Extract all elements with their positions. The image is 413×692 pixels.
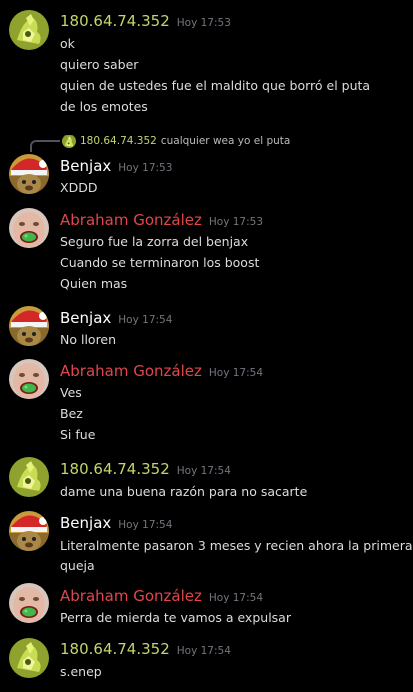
reply-author[interactable]: 180.64.74.352 — [80, 135, 157, 147]
username-line: 180.64.74.352 Hoy 17:54 — [60, 460, 231, 480]
message-text: No lloren — [60, 332, 117, 347]
message-text: Quien mas — [60, 276, 128, 291]
timestamp: Hoy 17:54 — [118, 519, 173, 531]
timestamp: Hoy 17:53 — [208, 216, 264, 228]
message-text: quien de ustedes fue el maldito que borr… — [60, 78, 371, 93]
message-text: XDDD — [60, 180, 98, 195]
timestamp: Hoy 17:54 — [208, 592, 264, 604]
username-line: Abraham González Hoy 17:53 — [60, 211, 263, 231]
avatar[interactable] — [9, 638, 49, 678]
reply-connector — [30, 140, 60, 152]
username[interactable]: Benjax — [60, 309, 111, 327]
timestamp: Hoy 17:53 — [176, 17, 231, 29]
username[interactable]: Abraham González — [60, 587, 202, 605]
username-line: Benjax Hoy 17:54 — [60, 514, 172, 534]
message-text: Cuando se terminaron los boost — [60, 255, 260, 270]
username[interactable]: Benjax — [60, 514, 111, 532]
username-line: Benjax Hoy 17:53 — [60, 157, 172, 177]
timestamp: Hoy 17:54 — [176, 645, 231, 657]
message-text: queja — [60, 558, 95, 573]
message-text: de los emotes — [60, 99, 148, 114]
message-text: Bez — [60, 406, 83, 421]
avatar[interactable] — [9, 511, 49, 551]
reply-avatar — [62, 134, 76, 148]
username-line: Abraham González Hoy 17:54 — [60, 587, 263, 607]
username[interactable]: 180.64.74.352 — [60, 460, 170, 478]
message-text: dame una buena razón para no sacarte — [60, 484, 308, 499]
timestamp: Hoy 17:54 — [208, 367, 264, 379]
username-line: Abraham González Hoy 17:54 — [60, 362, 263, 382]
username[interactable]: Abraham González — [60, 211, 202, 229]
avatar[interactable] — [9, 306, 49, 346]
message-text: Perra de mierda te vamos a expulsar — [60, 610, 291, 625]
timestamp: Hoy 17:53 — [118, 162, 173, 174]
avatar[interactable] — [9, 583, 49, 623]
username-line: Benjax Hoy 17:54 — [60, 309, 172, 329]
message-text: ok — [60, 36, 75, 51]
message-text: quiero saber — [60, 57, 139, 72]
username-line: 180.64.74.352 Hoy 17:54 — [60, 640, 231, 660]
message-text: Seguro fue la zorra del benjax — [60, 234, 249, 249]
username[interactable]: Benjax — [60, 157, 111, 175]
avatar[interactable] — [9, 154, 49, 194]
message-text: Si fue — [60, 427, 96, 442]
username[interactable]: 180.64.74.352 — [60, 12, 170, 30]
message-text: s.enep — [60, 664, 102, 679]
message-text: Literalmente pasaron 3 meses y recien ah… — [60, 538, 413, 553]
avatar[interactable] — [9, 359, 49, 399]
chat-message-list: 180.64.74.352 Hoy 17:53 ok quiero saber q… — [0, 0, 413, 692]
avatar[interactable] — [9, 208, 49, 248]
avatar[interactable] — [9, 457, 49, 497]
username[interactable]: 180.64.74.352 — [60, 640, 170, 658]
reply-text[interactable]: cualquier wea yo el puta — [161, 135, 291, 147]
avatar[interactable] — [9, 10, 49, 50]
timestamp: Hoy 17:54 — [176, 465, 231, 477]
timestamp: Hoy 17:54 — [118, 314, 173, 326]
reply-reference[interactable]: 180.64.74.352 cualquier wea yo el puta — [0, 133, 413, 152]
reply-line: 180.64.74.352 cualquier wea yo el puta — [80, 133, 290, 149]
message-text: Ves — [60, 385, 82, 400]
username-line: 180.64.74.352 Hoy 17:53 — [60, 12, 231, 32]
username[interactable]: Abraham González — [60, 362, 202, 380]
